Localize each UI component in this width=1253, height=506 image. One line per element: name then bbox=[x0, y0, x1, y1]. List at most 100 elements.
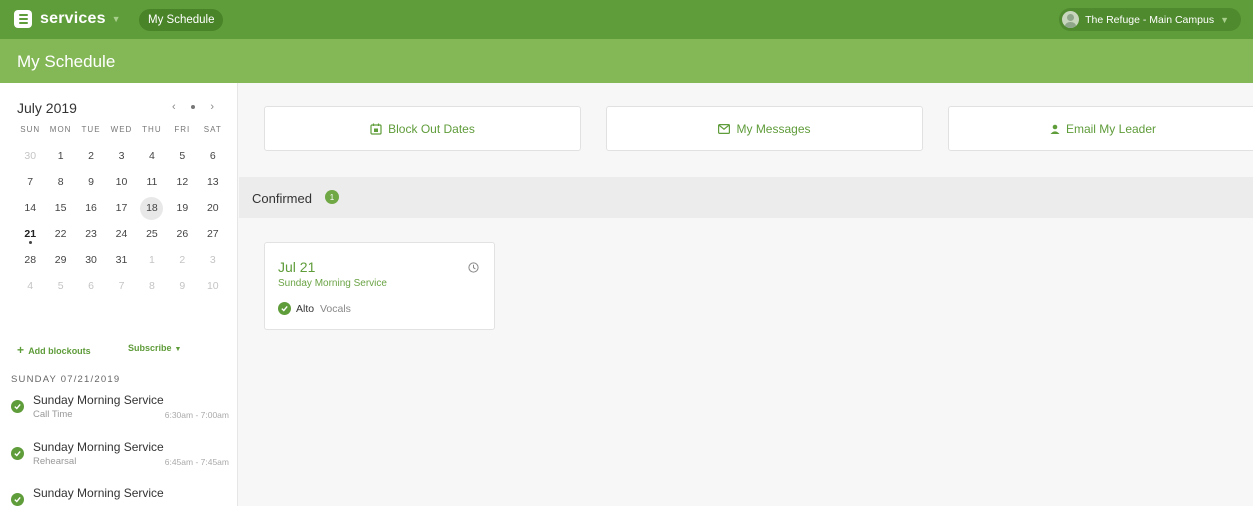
calendar-day[interactable]: 30 bbox=[76, 247, 106, 273]
calendar-day[interactable]: 3 bbox=[106, 143, 136, 169]
event-subtitle: Call Time bbox=[33, 409, 73, 420]
calendar-day-number: 20 bbox=[206, 202, 219, 214]
day-label: SUNDAY 07/21/2019 bbox=[11, 374, 121, 385]
nav-my-schedule[interactable]: My Schedule bbox=[139, 9, 224, 31]
calendar-day-number: 13 bbox=[206, 176, 219, 188]
calendar-day[interactable]: 30 bbox=[15, 143, 45, 169]
calendar-day[interactable]: 4 bbox=[15, 273, 45, 299]
calendar-day[interactable]: 28 bbox=[15, 247, 45, 273]
schedule-event[interactable]: Sunday Morning Service Call Time 6:30am … bbox=[11, 393, 232, 433]
campus-name: The Refuge - Main Campus bbox=[1085, 13, 1215, 26]
calendar-day[interactable]: 23 bbox=[76, 221, 106, 247]
calendar-grid: 30 1 2 3 4 5 6 7 8 9 10 11 12 13 14 15 16 17 18 19 20 21 22 23 2… bbox=[15, 143, 228, 299]
check-icon bbox=[11, 400, 24, 413]
add-blockouts-link[interactable]: + Add blockouts bbox=[17, 343, 91, 357]
calendar-day[interactable]: 6 bbox=[198, 143, 228, 169]
calendar-day[interactable]: 19 bbox=[167, 195, 197, 221]
next-month-icon[interactable]: › bbox=[210, 101, 214, 113]
calendar-day[interactable]: 27 bbox=[198, 221, 228, 247]
calendar-day[interactable]: 24 bbox=[106, 221, 136, 247]
calendar-day-number: 18 bbox=[146, 202, 158, 214]
confirmed-label: Confirmed bbox=[252, 191, 312, 206]
weekday-label: SAT bbox=[203, 125, 222, 134]
subscribe-label: Subscribe bbox=[128, 343, 172, 353]
calendar-day[interactable]: 6 bbox=[76, 273, 106, 299]
calendar-day[interactable]: 18 bbox=[137, 195, 167, 221]
calendar-day[interactable]: 5 bbox=[45, 273, 75, 299]
calendar-day[interactable]: 21 bbox=[15, 221, 45, 247]
calendar-day-number: 3 bbox=[118, 150, 125, 162]
block-out-dates-button[interactable]: Block Out Dates bbox=[264, 106, 581, 151]
calendar-day[interactable]: 15 bbox=[45, 195, 75, 221]
my-messages-button[interactable]: My Messages bbox=[606, 106, 923, 151]
calendar-day-number: 8 bbox=[57, 176, 64, 188]
calendar-day[interactable]: 12 bbox=[167, 169, 197, 195]
calendar-day[interactable]: 7 bbox=[106, 273, 136, 299]
calendar-day[interactable]: 4 bbox=[137, 143, 167, 169]
calendar-navigation: ‹ › bbox=[172, 101, 214, 113]
calendar-day[interactable]: 11 bbox=[137, 169, 167, 195]
clock-icon[interactable] bbox=[468, 260, 479, 278]
calendar-day[interactable]: 13 bbox=[198, 169, 228, 195]
calendar-day[interactable]: 16 bbox=[76, 195, 106, 221]
email-my-leader-button[interactable]: Email My Leader bbox=[948, 106, 1253, 151]
card-date: Jul 21 bbox=[278, 259, 316, 275]
calendar-day[interactable]: 10 bbox=[198, 273, 228, 299]
check-icon bbox=[278, 302, 291, 315]
calendar-day-number: 30 bbox=[24, 150, 37, 162]
calendar-day[interactable]: 26 bbox=[167, 221, 197, 247]
weekday-label: WED bbox=[110, 125, 133, 134]
calendar-day[interactable]: 8 bbox=[137, 273, 167, 299]
calendar-day[interactable]: 22 bbox=[45, 221, 75, 247]
calendar-day[interactable]: 20 bbox=[198, 195, 228, 221]
calendar-day-number: 29 bbox=[54, 254, 67, 266]
schedule-card[interactable]: Jul 21 Sunday Morning Service Alto Vocal… bbox=[264, 242, 495, 330]
calendar-day-number: 6 bbox=[88, 280, 94, 292]
page-title: My Schedule bbox=[17, 52, 116, 71]
calendar-day[interactable]: 9 bbox=[76, 169, 106, 195]
calendar-day-number: 10 bbox=[206, 280, 219, 292]
app-name: services bbox=[40, 10, 106, 27]
app-switcher[interactable]: services ▼ bbox=[14, 8, 121, 30]
calendar-day[interactable]: 1 bbox=[137, 247, 167, 273]
calendar-day[interactable]: 5 bbox=[167, 143, 197, 169]
event-time: 6:45am - 7:45am bbox=[164, 457, 229, 467]
calendar-day[interactable]: 2 bbox=[167, 247, 197, 273]
calendar-day-number: 27 bbox=[206, 228, 219, 240]
calendar-day-number: 14 bbox=[24, 202, 37, 214]
calendar-day-number: 30 bbox=[85, 254, 97, 266]
event-subtitle: Rehearsal bbox=[33, 456, 77, 467]
subscribe-dropdown[interactable]: Subscribe ▼ bbox=[128, 343, 181, 353]
calendar-day[interactable]: 9 bbox=[167, 273, 197, 299]
schedule-event[interactable]: Sunday Morning Service bbox=[11, 486, 232, 506]
calendar-day[interactable]: 1 bbox=[45, 143, 75, 169]
calendar-day[interactable]: 3 bbox=[198, 247, 228, 273]
main-content: Block Out Dates My Messages Email My Lea… bbox=[239, 83, 1253, 506]
calendar-day-number: 1 bbox=[149, 254, 155, 266]
calendar-day-number: 8 bbox=[149, 280, 155, 292]
calendar-day[interactable]: 10 bbox=[106, 169, 136, 195]
weekday-label: THU bbox=[142, 125, 162, 134]
top-navigation-bar: services ▼ My Schedule The Refuge - Main… bbox=[0, 0, 1253, 39]
calendar-day[interactable]: 2 bbox=[76, 143, 106, 169]
calendar-day[interactable]: 7 bbox=[15, 169, 45, 195]
event-title: Sunday Morning Service bbox=[33, 440, 164, 454]
current-month-icon[interactable] bbox=[191, 105, 195, 109]
calendar-day[interactable]: 25 bbox=[137, 221, 167, 247]
calendar-day-number: 15 bbox=[54, 202, 67, 214]
campus-switcher[interactable]: The Refuge - Main Campus ▼ bbox=[1059, 8, 1241, 31]
calendar-day-number: 28 bbox=[24, 254, 37, 266]
calendar-day-number: 22 bbox=[54, 228, 67, 240]
calendar-day[interactable]: 17 bbox=[106, 195, 136, 221]
calendar-icon bbox=[370, 123, 382, 135]
calendar-day[interactable]: 31 bbox=[106, 247, 136, 273]
calendar-day-number: 4 bbox=[27, 280, 34, 292]
calendar-day[interactable]: 14 bbox=[15, 195, 45, 221]
confirmed-count-badge: 1 bbox=[325, 190, 339, 204]
schedule-event[interactable]: Sunday Morning Service Rehearsal 6:45am … bbox=[11, 440, 232, 480]
calendar-day-number: 24 bbox=[115, 228, 128, 240]
previous-month-icon[interactable]: ‹ bbox=[172, 101, 176, 113]
calendar-day[interactable]: 29 bbox=[45, 247, 75, 273]
email-my-leader-label: Email My Leader bbox=[1065, 121, 1157, 136]
calendar-day[interactable]: 8 bbox=[45, 169, 75, 195]
